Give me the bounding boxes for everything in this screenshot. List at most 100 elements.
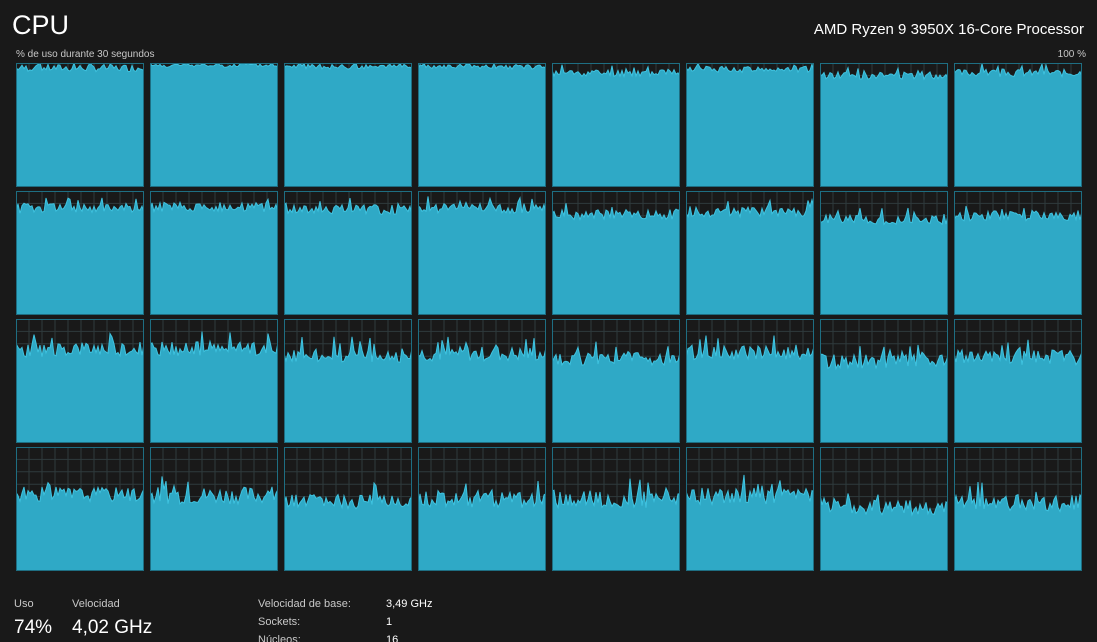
graph-max-label: 100 %	[1057, 49, 1086, 60]
core-graph[interactable]	[16, 191, 144, 315]
core-graph[interactable]	[16, 447, 144, 571]
logical-processor-graphs[interactable]	[16, 63, 1086, 571]
core-graph[interactable]	[150, 447, 278, 571]
core-graph[interactable]	[552, 319, 680, 443]
core-graph-svg	[954, 447, 1082, 571]
core-graph[interactable]	[820, 447, 948, 571]
page-title: CPU	[12, 10, 70, 40]
core-usage-area	[150, 476, 278, 571]
processor-name: AMD Ryzen 9 3950X 16-Core Processor	[813, 21, 1084, 38]
core-graph-svg	[150, 447, 278, 571]
core-graph[interactable]	[820, 63, 948, 187]
core-usage-line	[418, 196, 546, 215]
core-graph-svg	[16, 447, 144, 571]
usage-label: Uso	[14, 598, 34, 610]
core-usage-area	[284, 63, 412, 187]
core-graph-svg	[820, 63, 948, 187]
core-graph-svg	[150, 319, 278, 443]
core-usage-area	[954, 63, 1082, 187]
cpu-performance-panel: CPU AMD Ryzen 9 3950X 16-Core Processor …	[0, 0, 1097, 642]
core-usage-area	[820, 67, 948, 187]
core-graph-svg	[686, 319, 814, 443]
core-graph[interactable]	[820, 319, 948, 443]
core-graph[interactable]	[954, 447, 1082, 571]
core-usage-area	[150, 63, 278, 187]
core-usage-area	[418, 63, 546, 187]
core-graph-svg	[686, 63, 814, 187]
speed-label: Velocidad	[72, 598, 120, 610]
core-graph-svg	[418, 63, 546, 187]
core-graph-svg	[954, 191, 1082, 315]
core-graph[interactable]	[954, 191, 1082, 315]
core-graph-svg	[16, 191, 144, 315]
core-graph-svg	[16, 319, 144, 443]
core-graph-svg	[820, 319, 948, 443]
graph-caption: % de uso durante 30 segundos	[16, 49, 155, 60]
base-speed-label: Velocidad de base:	[258, 598, 351, 610]
core-usage-area	[284, 198, 412, 315]
speed-value: 4,02 GHz	[72, 617, 153, 638]
core-graph[interactable]	[686, 63, 814, 187]
core-graph[interactable]	[954, 63, 1082, 187]
core-graph[interactable]	[418, 63, 546, 187]
core-graph-svg	[686, 447, 814, 571]
core-graph[interactable]	[418, 191, 546, 315]
core-graph-svg	[418, 319, 546, 443]
core-usage-area	[686, 474, 814, 571]
core-graph[interactable]	[284, 63, 412, 187]
core-graph[interactable]	[418, 447, 546, 571]
core-usage-area	[16, 197, 144, 315]
core-graph-svg	[284, 191, 412, 315]
core-usage-area	[686, 199, 814, 315]
core-usage-area	[552, 64, 680, 187]
core-graph-svg	[284, 319, 412, 443]
core-graph[interactable]	[686, 191, 814, 315]
core-graph-svg	[820, 447, 948, 571]
core-graph[interactable]	[150, 319, 278, 443]
core-usage-area	[686, 63, 814, 187]
core-graph-svg	[552, 447, 680, 571]
cores-value: 16	[386, 634, 399, 642]
core-graph[interactable]	[284, 447, 412, 571]
sockets-label: Sockets:	[258, 616, 301, 628]
core-usage-area	[150, 331, 278, 443]
core-usage-area	[552, 478, 680, 571]
core-graph[interactable]	[686, 447, 814, 571]
core-graph[interactable]	[418, 319, 546, 443]
core-usage-area	[954, 206, 1082, 315]
core-graph[interactable]	[820, 191, 948, 315]
core-graph-svg	[954, 319, 1082, 443]
core-usage-area	[16, 63, 144, 187]
core-graph[interactable]	[284, 191, 412, 315]
core-graph[interactable]	[16, 63, 144, 187]
core-graph-svg	[954, 63, 1082, 187]
core-graph-svg	[418, 191, 546, 315]
core-usage-area	[418, 336, 546, 443]
core-graph[interactable]	[552, 63, 680, 187]
core-graph-svg	[820, 191, 948, 315]
core-usage-area	[552, 203, 680, 315]
core-graph-svg	[150, 63, 278, 187]
core-usage-area	[418, 196, 546, 315]
core-graph-svg	[686, 191, 814, 315]
core-usage-area	[150, 199, 278, 315]
core-graph-svg	[552, 63, 680, 187]
core-graph[interactable]	[150, 63, 278, 187]
cores-label: Núcleos:	[258, 634, 301, 642]
base-speed-value: 3,49 GHz	[386, 598, 433, 610]
core-graph-svg	[150, 191, 278, 315]
core-graph[interactable]	[552, 447, 680, 571]
core-graph-svg	[284, 447, 412, 571]
core-graph-svg	[552, 319, 680, 443]
core-graph[interactable]	[150, 191, 278, 315]
core-graph[interactable]	[16, 319, 144, 443]
core-graph-svg	[418, 447, 546, 571]
core-graph[interactable]	[686, 319, 814, 443]
core-usage-area	[820, 344, 948, 443]
core-graph-svg	[16, 63, 144, 187]
core-usage-area	[16, 482, 144, 571]
sockets-value: 1	[386, 616, 393, 628]
core-graph[interactable]	[284, 319, 412, 443]
core-graph[interactable]	[954, 319, 1082, 443]
core-graph[interactable]	[552, 191, 680, 315]
